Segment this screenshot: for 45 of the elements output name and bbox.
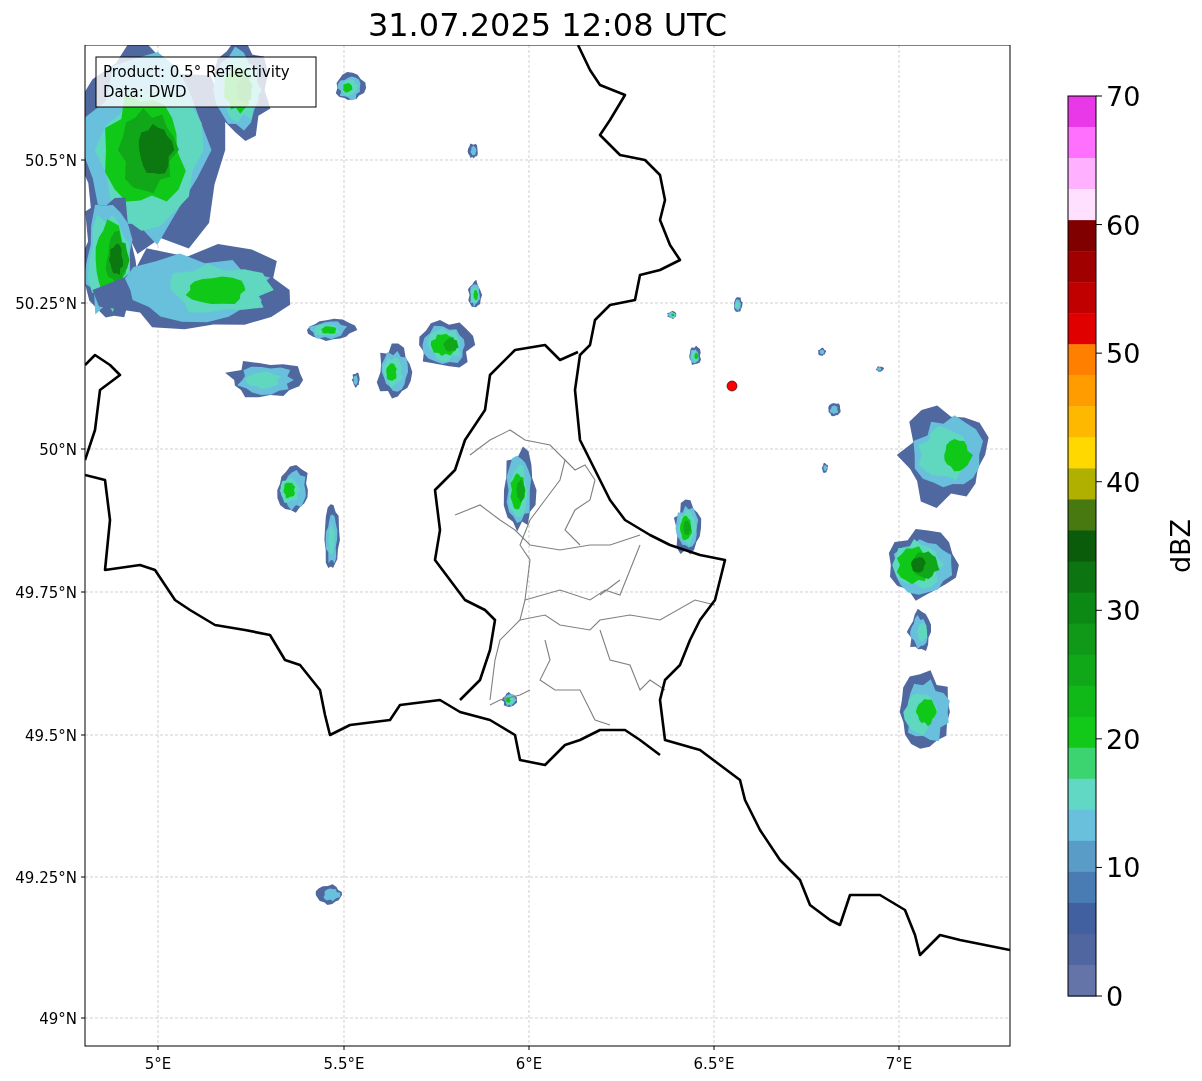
radar-echo (467, 279, 483, 308)
chart-title: 31.07.2025 12:08 UTC (367, 5, 728, 45)
radar-echo (376, 343, 413, 399)
colorbar-tick-label: 20 (1106, 723, 1141, 755)
radar-echo (324, 504, 340, 568)
x-tick-label: 5.5°E (323, 1055, 365, 1073)
colorbar-tick-label: 30 (1106, 595, 1141, 627)
radar-echo (307, 318, 358, 341)
radar-echo (673, 499, 702, 555)
legend-text: Data: DWD (103, 83, 187, 101)
y-tick-label: 49°N (39, 1010, 77, 1028)
x-tick-label: 6°E (515, 1055, 543, 1073)
radar-echo (828, 403, 841, 417)
colorbar-tick-label: 10 (1106, 852, 1141, 884)
y-tick-label: 49.5°N (24, 727, 77, 745)
y-tick-label: 50.25°N (15, 295, 77, 313)
radar-echo (666, 310, 677, 319)
y-tick-label: 49.75°N (15, 584, 77, 602)
colorbar-tick-label: 0 (1106, 981, 1124, 1012)
colorbar-tick-label: 50 (1106, 338, 1141, 370)
radar-echo (906, 608, 931, 651)
radar-echo (351, 372, 360, 388)
y-tick-label: 50°N (39, 441, 77, 459)
colorbar-tick-label: 70 (1106, 81, 1141, 112)
radar-echo (467, 143, 478, 159)
x-tick-label: 6.5°E (693, 1055, 735, 1073)
x-tick-label: 5°E (144, 1055, 172, 1073)
x-tick-label: 7°E (885, 1055, 913, 1073)
radar-echo (335, 72, 367, 101)
colorbar-label: dBZ (1165, 518, 1196, 574)
radar-echo (419, 319, 476, 368)
radar-echo (875, 366, 884, 372)
radar-echo (689, 345, 701, 365)
radar-echo (888, 529, 959, 601)
radar-echo (501, 691, 518, 708)
y-tick-label: 50.5°N (24, 152, 77, 170)
y-tick-label: 49.25°N (15, 869, 77, 887)
colorbar-tick-label: 60 (1106, 209, 1141, 241)
colorbar-tick-label: 40 (1106, 466, 1141, 498)
radar-echo (817, 347, 827, 356)
radar-echo (733, 297, 743, 312)
radar-echo (315, 884, 342, 905)
radar-echo (277, 464, 308, 513)
radar-echo (821, 462, 829, 473)
radar-site-marker (726, 380, 738, 392)
